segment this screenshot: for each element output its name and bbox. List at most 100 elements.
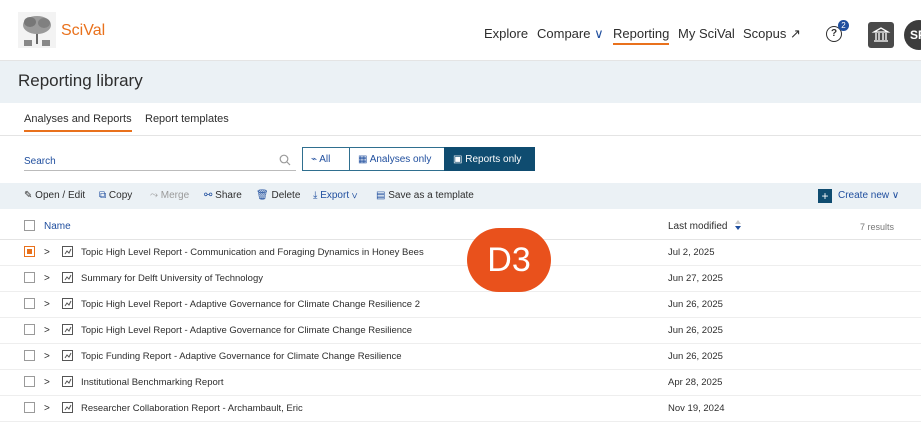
merge-button[interactable]: ⤳ Merge [150,190,189,201]
results-count: 7 results [860,222,895,232]
row-checkbox[interactable] [24,324,35,335]
chevron-right-icon[interactable]: > [44,377,50,388]
trash-icon: 🗑 [256,190,269,201]
share-icon: ⚯ [204,190,213,201]
row-name[interactable]: Topic High Level Report - Adaptive Gover… [81,325,412,336]
table-row[interactable]: > Topic High Level Report - Adaptive Gov… [0,317,921,344]
row-name[interactable]: Topic Funding Report - Adaptive Governan… [81,351,402,362]
row-name[interactable]: Researcher Collaboration Report - Archam… [81,403,303,414]
table-row[interactable]: > Researcher Collaboration Report - Arch… [0,395,921,422]
table-row[interactable]: > Topic High Level Report - Adaptive Gov… [0,291,921,318]
elsevier-tree-logo-icon[interactable] [18,12,56,48]
row-checkbox[interactable] [24,272,35,283]
row-date: Jun 26, 2025 [668,325,723,336]
save-as-template-button[interactable]: ▤ Save as a template [376,190,474,201]
library-tabs: Analyses and Reports Report templates [0,103,921,136]
report-icon [62,350,73,361]
chevron-right-icon[interactable]: > [44,403,50,414]
save-template-label: Save as a template [388,190,474,201]
row-name[interactable]: Institutional Benchmarking Report [81,377,224,388]
report-icon [62,246,73,257]
nav-explore[interactable]: Explore [484,26,528,41]
report-icon [62,272,73,283]
search-underline [24,170,296,171]
column-name-header[interactable]: Name [44,221,71,232]
row-date: Nov 19, 2024 [668,403,725,414]
filter-analyses-label: Analyses only [369,154,432,165]
table-row[interactable]: > Topic Funding Report - Adaptive Govern… [0,343,921,370]
report-icon: ▣ [453,154,463,165]
open-edit-button[interactable]: ✎ Open / Edit [24,190,85,201]
report-icon [62,376,73,387]
all-items-icon: ⌁ [311,154,318,165]
save-icon: ▤ [376,190,386,201]
share-button[interactable]: ⚯ Share [204,190,242,201]
action-toolbar: ✎ Open / Edit ⧉ Copy ⤳ Merge ⚯ Share 🗑 D… [0,183,921,209]
chevron-down-icon: ∨ [351,190,358,201]
sort-icon[interactable] [734,218,742,232]
table-row[interactable]: > Topic High Level Report - Communicatio… [0,239,921,266]
copy-icon: ⧉ [99,190,107,201]
chevron-right-icon[interactable]: > [44,273,50,284]
table-row[interactable]: > Institutional Benchmarking Report Apr … [0,369,921,396]
filter-all-label: All [319,154,331,165]
create-new-button[interactable]: Create new ∨ [838,190,899,201]
nav-compare-label: Compare [537,26,591,41]
row-checkbox[interactable] [24,298,35,309]
report-icon [62,402,73,413]
row-checkbox[interactable] [24,350,35,361]
export-label: Export [320,190,350,201]
merge-icon: ⤳ [150,190,158,201]
chevron-right-icon[interactable]: > [44,247,50,258]
analysis-chart-icon: ▦ [358,154,368,165]
institution-icon[interactable] [868,22,894,48]
filter-reports-label: Reports only [465,154,522,165]
create-new-label: Create new [838,190,890,201]
table-row[interactable]: > Summary for Delft University of Techno… [0,265,921,292]
row-checkbox[interactable] [24,246,35,257]
row-checkbox[interactable] [24,402,35,413]
nav-reporting[interactable]: Reporting [613,26,670,45]
user-avatar[interactable]: SF [904,20,921,50]
filter-reports-only-button[interactable]: ▣ Reports only [444,147,535,171]
merge-label: Merge [160,190,190,201]
row-name[interactable]: Topic High Level Report - Adaptive Gover… [81,299,420,310]
filter-analyses-only-button[interactable]: ▦ Analyses only [349,147,445,171]
row-name[interactable]: Summary for Delft University of Technolo… [81,273,263,284]
row-checkbox[interactable] [24,376,35,387]
nav-scopus[interactable]: Scopus ↗ [743,26,801,42]
page-title: Reporting library [18,71,143,90]
row-date: Jun 26, 2025 [668,351,723,362]
share-label: Share [215,190,242,201]
select-all-checkbox[interactable] [24,220,35,231]
chevron-right-icon[interactable]: > [44,351,50,362]
report-icon [62,298,73,309]
nav-compare[interactable]: Compare ∨ [537,26,604,42]
row-date: Jun 26, 2025 [668,299,723,310]
tab-report-templates[interactable]: Report templates [145,113,229,125]
help-notification-badge: 2 [838,20,849,31]
search-input[interactable]: Search [24,156,56,167]
nav-my-scival[interactable]: My SciVal [678,26,735,41]
chevron-right-icon[interactable]: > [44,325,50,336]
report-icon [62,324,73,335]
pencil-icon: ✎ [24,190,33,201]
table-header: Name Last modified 7 results [0,213,921,240]
scival-brand[interactable]: SciVal [61,22,105,40]
export-button[interactable]: ⤓ Export ∨ [313,190,358,201]
search-icon[interactable] [279,154,291,166]
chevron-right-icon[interactable]: > [44,299,50,310]
filter-all-button[interactable]: ⌁ All [302,147,350,171]
row-date: Apr 28, 2025 [668,377,723,388]
copy-label: Copy [108,190,133,201]
plus-icon[interactable]: + [818,189,832,203]
annotation-badge: D3 [467,228,551,292]
chevron-down-icon: ∨ [594,26,604,41]
row-date: Jul 2, 2025 [668,247,715,258]
delete-button[interactable]: 🗑 Delete [256,190,300,201]
column-last-modified-header[interactable]: Last modified [668,221,727,232]
tab-analyses-and-reports[interactable]: Analyses and Reports [24,113,132,132]
row-name[interactable]: Topic High Level Report - Communication … [81,247,424,258]
page-title-bar: Reporting library [0,61,921,103]
copy-button[interactable]: ⧉ Copy [99,190,132,201]
